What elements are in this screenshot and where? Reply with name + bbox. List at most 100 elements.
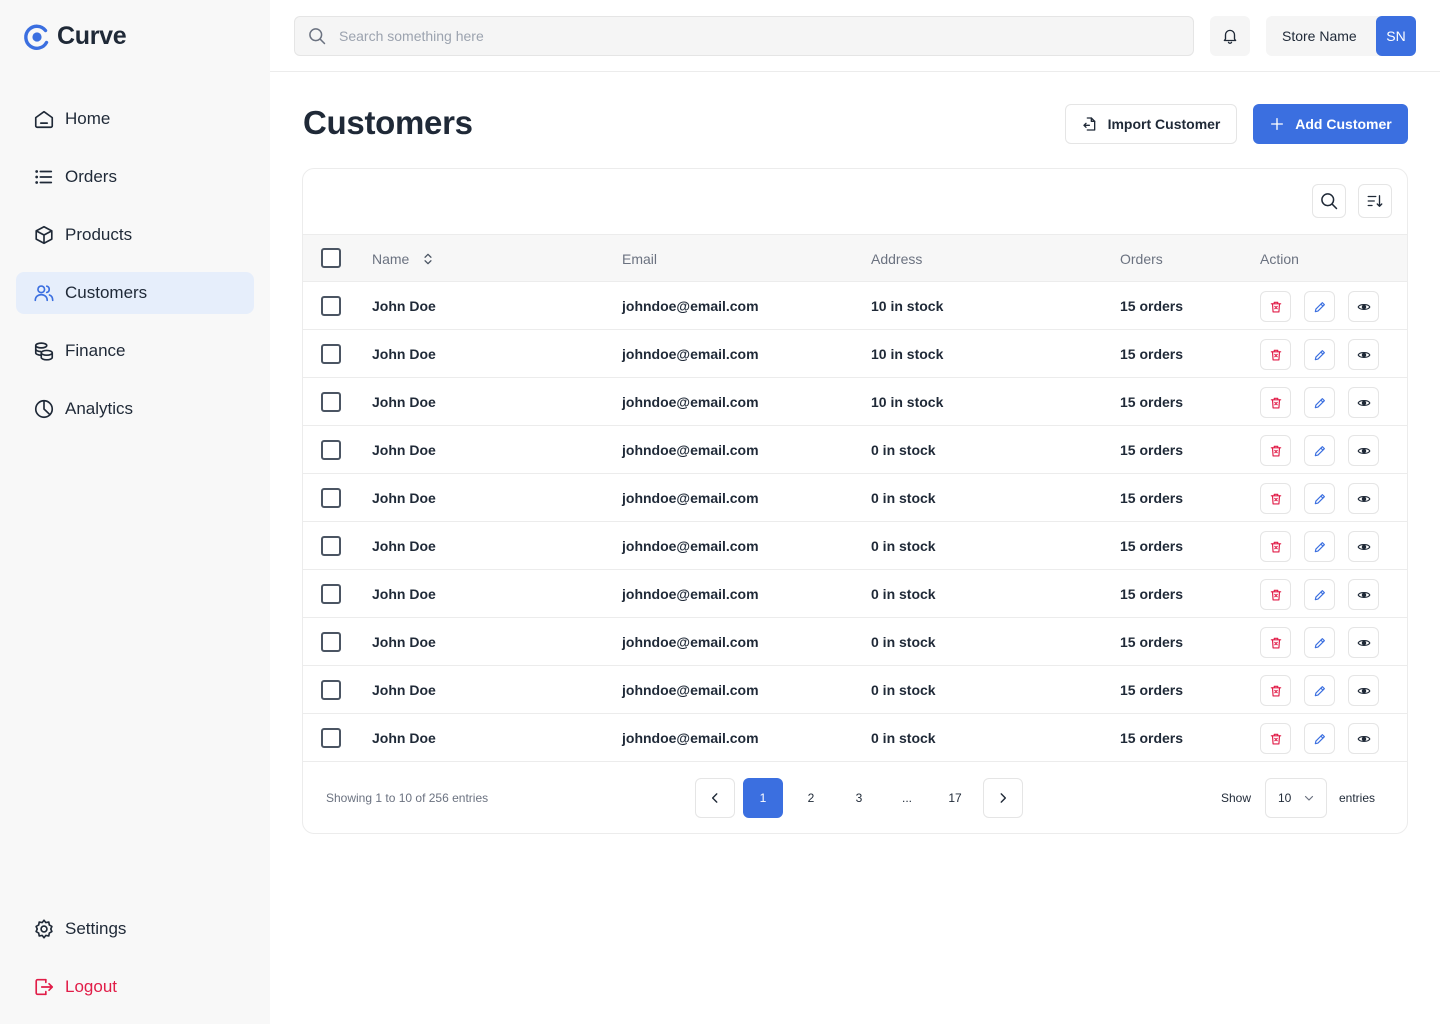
entries-per-page-select[interactable]: 10 [1265,778,1327,818]
view-button[interactable] [1348,579,1379,610]
view-button[interactable] [1348,723,1379,754]
delete-button[interactable] [1260,627,1291,658]
eye-icon [1357,447,1370,454]
view-button[interactable] [1348,627,1379,658]
table-sort-button[interactable] [1358,184,1392,218]
sidebar-item-analytics[interactable]: Analytics [16,388,254,430]
row-checkbox[interactable] [321,344,341,364]
column-address: Address [871,251,923,267]
row-checkbox[interactable] [321,632,341,652]
customer-name: John Doe [372,682,436,698]
view-button[interactable] [1348,291,1379,322]
edit-button[interactable] [1304,531,1335,562]
search-input[interactable] [339,28,1159,44]
delete-button[interactable] [1260,579,1291,610]
page-button-last[interactable]: 17 [935,778,975,818]
delete-button[interactable] [1260,387,1291,418]
app-name: Curve [57,22,127,50]
page-button-2[interactable]: 2 [791,778,831,818]
sidebar-item-customers[interactable]: Customers [16,272,254,314]
row-checkbox[interactable] [321,680,341,700]
edit-button[interactable] [1304,483,1335,514]
view-button[interactable] [1348,483,1379,514]
delete-button[interactable] [1260,675,1291,706]
customer-name: John Doe [372,394,436,410]
delete-button[interactable] [1260,483,1291,514]
add-customer-button[interactable]: Add Customer [1253,104,1408,144]
table-row: John Doe johndoe@email.com 10 in stock 15 o… [303,282,1407,330]
page-button-1[interactable]: 1 [743,778,783,818]
store-switcher[interactable]: Store Name SN [1266,16,1416,56]
table-search-button[interactable] [1312,184,1346,218]
sidebar-item-label: Customers [65,283,148,302]
customer-email: johndoe@email.com [622,490,759,506]
pencil-icon [1314,685,1325,696]
delete-button[interactable] [1260,435,1291,466]
view-button[interactable] [1348,339,1379,370]
show-label: Show [1221,791,1252,805]
pencil-icon [1314,301,1325,312]
edit-button[interactable] [1304,627,1335,658]
edit-button[interactable] [1304,723,1335,754]
coins-icon [34,342,54,361]
sidebar-item-label: Home [65,109,111,128]
column-name[interactable]: Name [372,235,435,283]
edit-button[interactable] [1304,387,1335,418]
sidebar-item-finance[interactable]: Finance [16,330,254,372]
eye-icon [1357,543,1370,550]
import-customer-button[interactable]: Import Customer [1065,104,1237,144]
page-button-3[interactable]: 3 [839,778,879,818]
sidebar-item-label: Finance [65,341,126,360]
row-checkbox[interactable] [321,392,341,412]
store-name: Store Name [1282,28,1357,44]
previous-page-button[interactable] [695,778,735,818]
sidebar-item-settings[interactable]: Settings [16,908,254,950]
edit-button[interactable] [1304,579,1335,610]
file-import-icon [1082,117,1095,131]
column-name-label: Name [372,251,410,267]
next-page-button[interactable] [983,778,1023,818]
sort-toggle-icon[interactable] [421,252,435,266]
sidebar-item-home[interactable]: Home [16,98,254,140]
search-bar[interactable] [294,16,1194,56]
row-checkbox[interactable] [321,728,341,748]
list-icon [35,170,53,184]
row-checkbox[interactable] [321,440,341,460]
view-button[interactable] [1348,531,1379,562]
customer-orders: 15 orders [1120,682,1184,698]
table-row: John Doe johndoe@email.com 0 in stock 15 or… [303,522,1407,570]
sidebar-item-products[interactable]: Products [16,214,254,256]
app-logo[interactable]: Curve [23,22,127,51]
view-button[interactable] [1348,675,1379,706]
plus-icon [1271,118,1284,130]
table-row: John Doe johndoe@email.com 0 in stock 15 or… [303,618,1407,666]
delete-button[interactable] [1260,339,1291,370]
delete-button[interactable] [1260,291,1291,322]
customer-email: johndoe@email.com [622,634,759,650]
customer-orders: 15 orders [1120,586,1184,602]
customer-address: 0 in stock [871,442,936,458]
delete-button[interactable] [1260,531,1291,562]
delete-button[interactable] [1260,723,1291,754]
customer-orders: 15 orders [1120,394,1184,410]
edit-button[interactable] [1304,435,1335,466]
table-row: John Doe johndoe@email.com 0 in stock 15 or… [303,570,1407,618]
notifications-button[interactable] [1210,16,1250,56]
view-button[interactable] [1348,435,1379,466]
select-all-checkbox[interactable] [321,248,341,268]
view-button[interactable] [1348,387,1379,418]
edit-button[interactable] [1304,675,1335,706]
row-checkbox[interactable] [321,488,341,508]
sidebar-item-logout[interactable]: Logout [16,966,254,1008]
edit-button[interactable] [1304,339,1335,370]
edit-button[interactable] [1304,291,1335,322]
row-checkbox[interactable] [321,536,341,556]
sidebar-item-label: Orders [65,167,117,186]
customer-email: johndoe@email.com [622,730,759,746]
topbar: Store Name SN [270,0,1440,72]
row-checkbox[interactable] [321,296,341,316]
page-ellipsis: ... [901,791,912,805]
sidebar-item-orders[interactable]: Orders [16,156,254,198]
row-checkbox[interactable] [321,584,341,604]
import-customer-label: Import Customer [1107,116,1221,132]
